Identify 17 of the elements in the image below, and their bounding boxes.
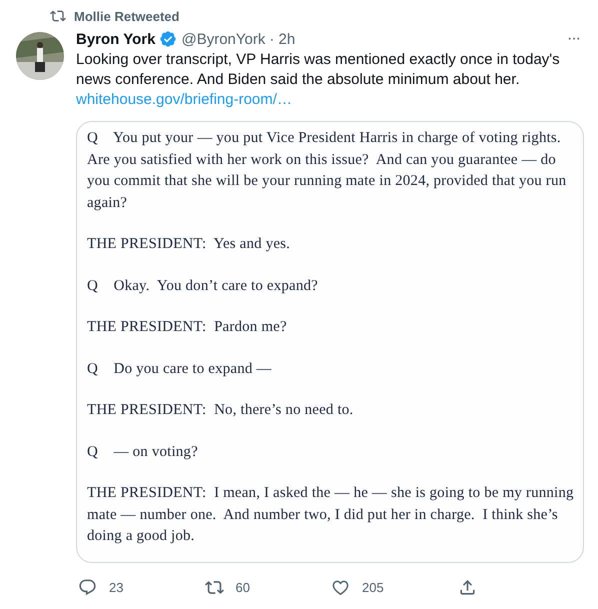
action-count: 205 bbox=[362, 580, 384, 594]
transcript-paragraph: Q Okay. You don’t care to expand? bbox=[87, 276, 319, 296]
action-count: 23 bbox=[109, 580, 124, 594]
author-name[interactable]: Byron York bbox=[76, 30, 156, 48]
transcript-paragraph: THE PRESIDENT: I mean, I asked the — he — she is going to be my running mate — number one. And number two, I did put her in charge. I think she’s doing a good job. bbox=[87, 484, 575, 546]
transcript-paragraph: THE PRESIDENT: No, there’s no need to. bbox=[87, 401, 354, 420]
social-context[interactable]: Mollie Retweeted bbox=[74, 8, 180, 24]
action-count: 60 bbox=[236, 580, 250, 594]
transcript-paragraph: Q — on voting? bbox=[87, 442, 199, 462]
transcript-paragraph: Q Do you care to expand — bbox=[87, 360, 273, 378]
more-button[interactable]: ··· bbox=[563, 30, 584, 48]
transcript-paragraph: THE PRESIDENT: Pardon me? bbox=[87, 318, 288, 337]
transcript-paragraph: THE PRESIDENT: Yes and yes. bbox=[87, 235, 292, 254]
author-handle[interactable]: @ByronYork bbox=[181, 30, 266, 48]
transcript-paragraph: Q You put your — you put Vice President Harris in charge of voting rights. Are you satisfied with her work on this issue? And can you guarantee — do you commit that she will be your running mate in 2024, provided that you run again? bbox=[87, 129, 568, 212]
tweet-time[interactable]: · 2h bbox=[269, 30, 296, 48]
tweet-text: Looking over transcript, VP Harris was mentioned exactly once in today's news conference. And Biden said the absolute minimum about her. bbox=[76, 50, 561, 90]
